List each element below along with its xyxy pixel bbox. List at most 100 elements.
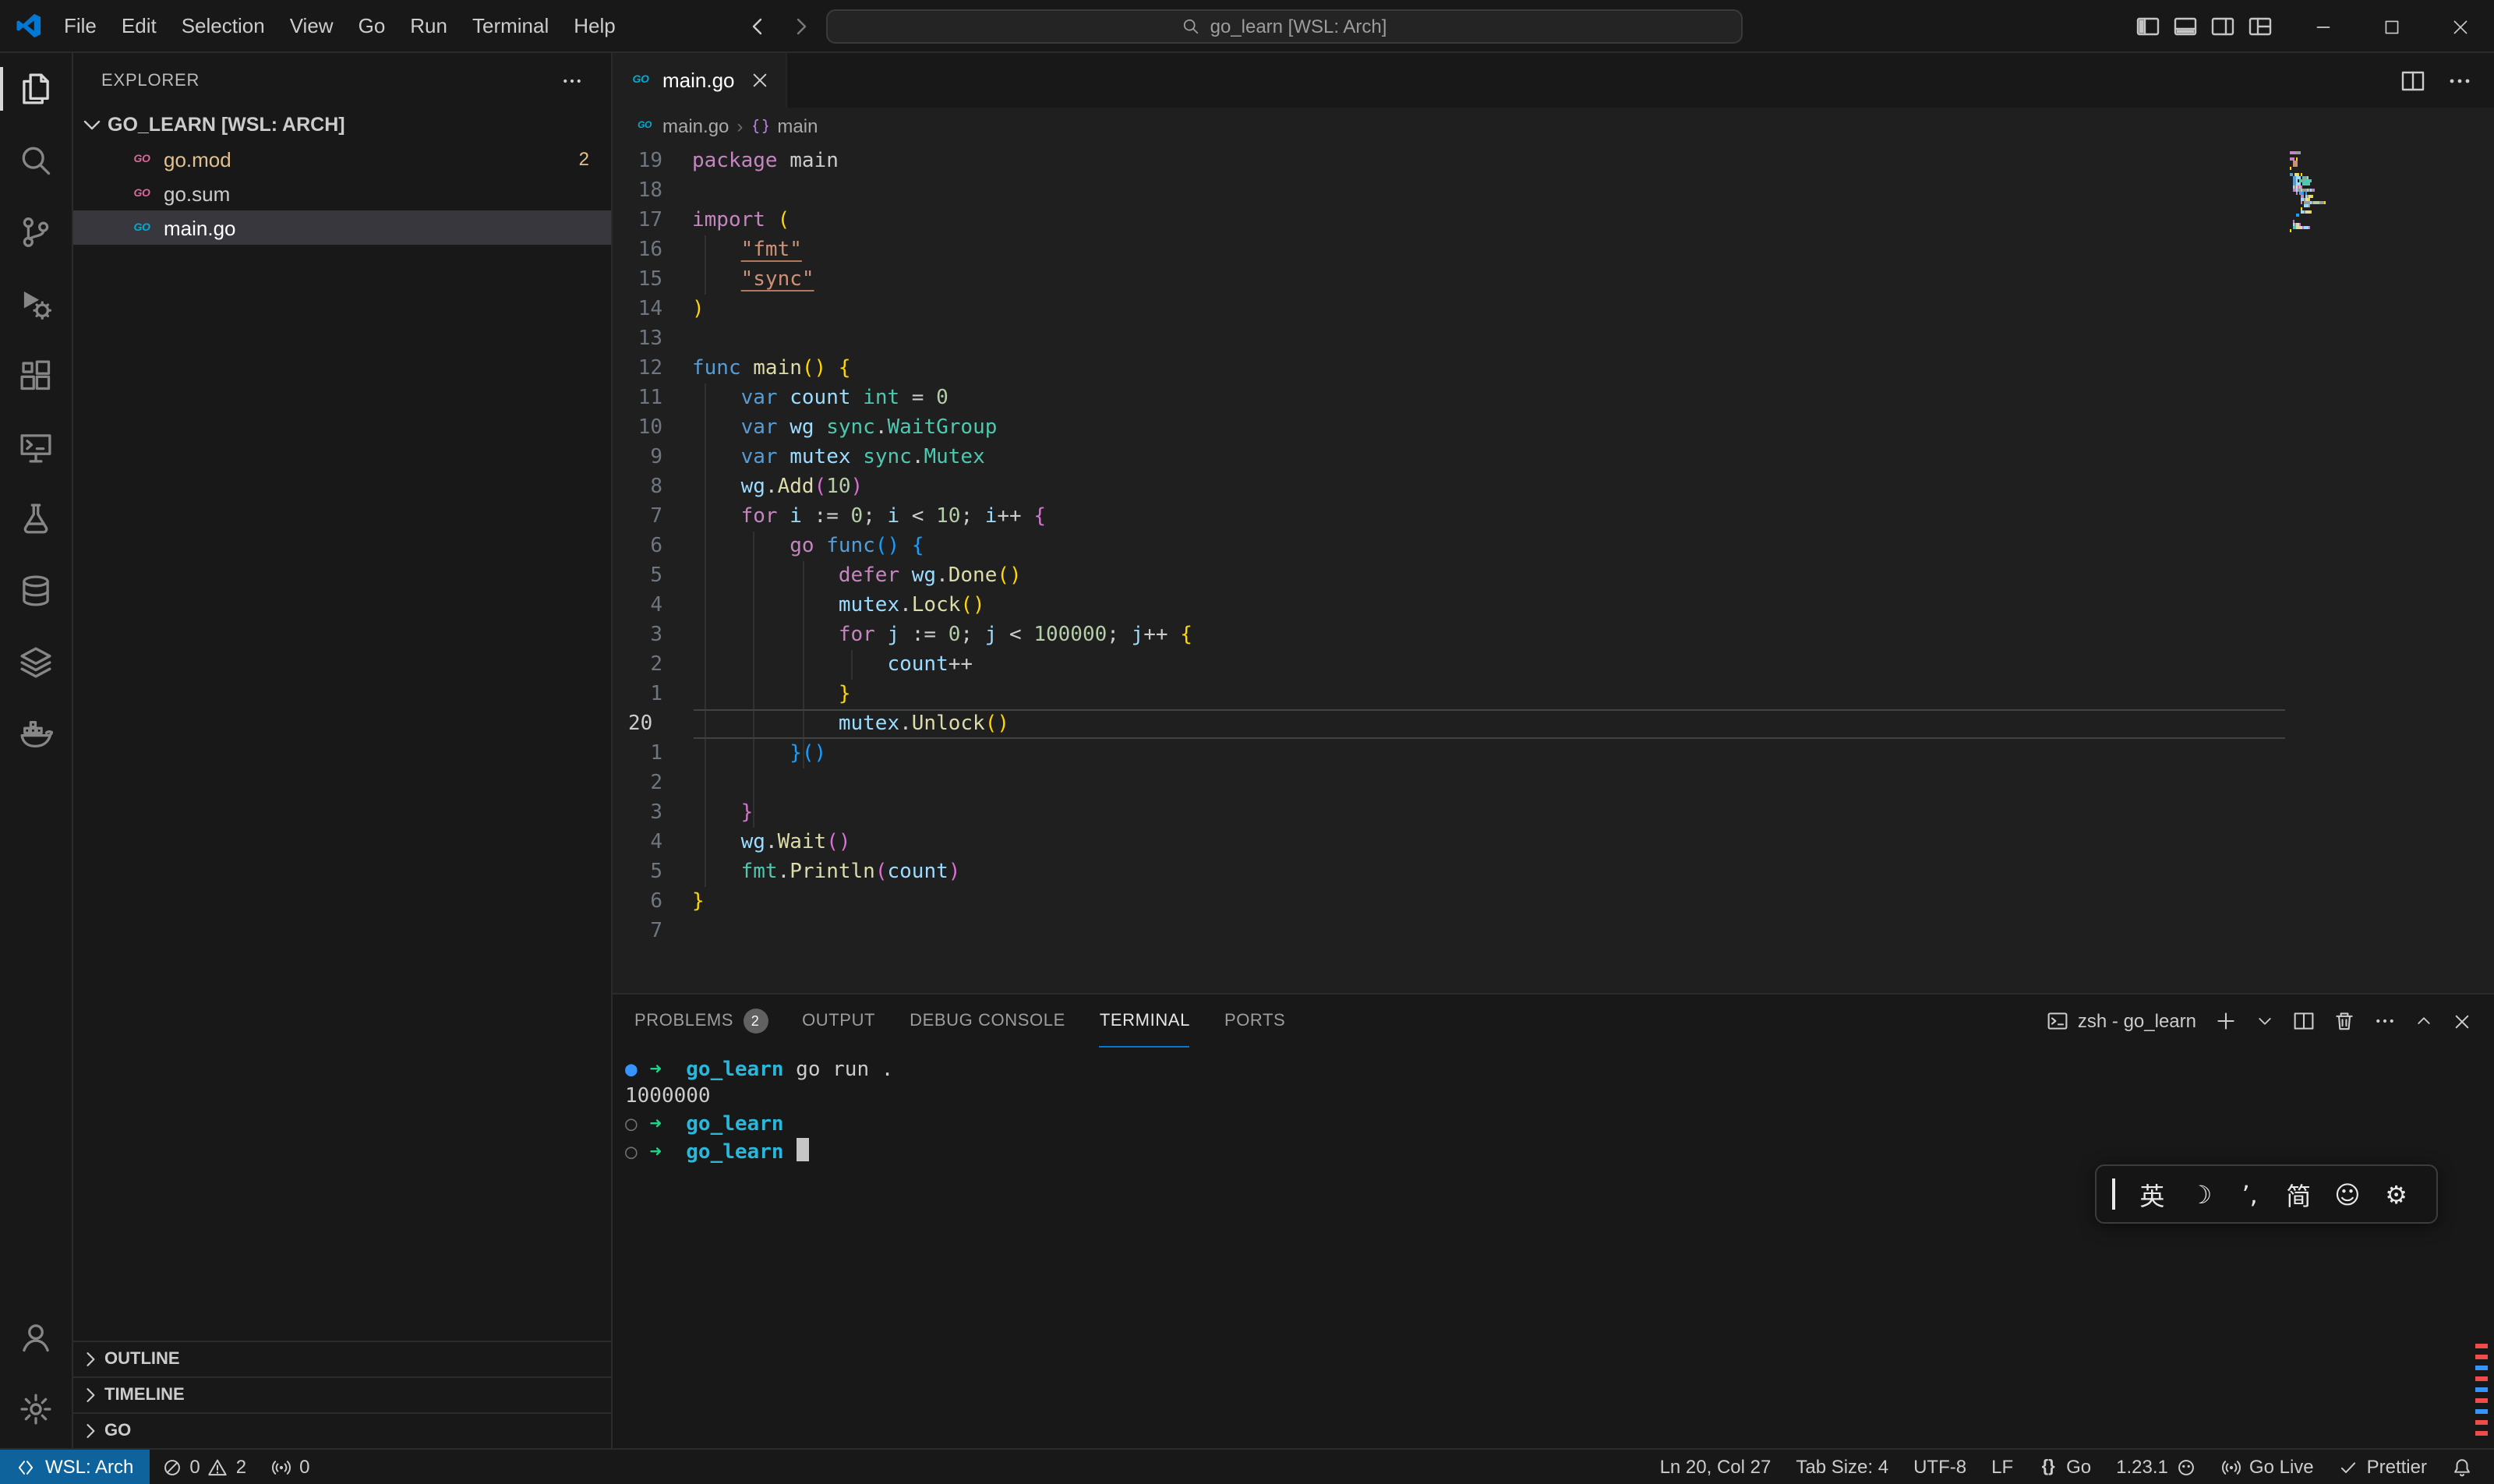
problems-status[interactable]: 0 2 — [149, 1450, 259, 1484]
code-viewport[interactable]: 19package main1817import (16 "fmt"15 "sy… — [613, 145, 2494, 993]
panel-tab-output[interactable]: OUTPUT — [802, 995, 875, 1048]
ime-settings[interactable]: ⚙ — [2372, 1179, 2421, 1209]
code-line[interactable]: 2 count++ — [613, 650, 2494, 680]
code-line[interactable]: 4 mutex.Lock() — [613, 591, 2494, 620]
section-outline[interactable]: OUTLINE — [73, 1341, 611, 1376]
code-line[interactable]: 2 — [613, 768, 2494, 798]
file-item-go.mod[interactable]: GOgo.mod2 — [73, 142, 611, 176]
menu-run[interactable]: Run — [397, 7, 460, 44]
activity-extensions[interactable] — [0, 340, 72, 412]
status-cursor-position[interactable]: Ln 20, Col 27 — [1648, 1450, 1784, 1484]
customize-layout-icon[interactable] — [2248, 14, 2273, 39]
code-line[interactable]: 3 } — [613, 798, 2494, 828]
status-indentation[interactable]: Tab Size: 4 — [1783, 1450, 1901, 1484]
code-line[interactable]: 19package main — [613, 147, 2494, 176]
code-line[interactable]: 11 var count int = 0 — [613, 383, 2494, 413]
explorer-more-actions-icon[interactable] — [561, 69, 583, 91]
minimap[interactable] — [2290, 151, 2372, 235]
file-item-main.go[interactable]: GOmain.go — [73, 210, 611, 245]
breadcrumb-file[interactable]: main.go — [662, 115, 729, 137]
minimize-button[interactable] — [2288, 0, 2357, 53]
code-line[interactable]: 6 go func() { — [613, 532, 2494, 561]
ime-punctuation-toggle[interactable]: ’, — [2225, 1179, 2274, 1209]
code-line[interactable]: 16 "fmt" — [613, 235, 2494, 265]
ime-fullwidth-toggle[interactable]: ☽ — [2177, 1179, 2226, 1209]
close-panel-icon[interactable] — [2452, 1011, 2472, 1031]
panel-tab-terminal[interactable]: TERMINAL — [1100, 995, 1190, 1048]
code-line[interactable]: 14) — [613, 295, 2494, 324]
code-line[interactable]: 7 for i := 0; i < 10; i++ { — [613, 502, 2494, 532]
split-editor-icon[interactable] — [2400, 68, 2425, 93]
section-timeline[interactable]: TIMELINE — [73, 1376, 611, 1412]
back-icon[interactable] — [745, 14, 770, 39]
code-line[interactable]: 3 for j := 0; j < 100000; j++ { — [613, 620, 2494, 650]
code-line[interactable]: 1 }() — [613, 739, 2494, 768]
tab-main-go[interactable]: GO main.go — [613, 53, 788, 108]
section-go[interactable]: GO — [73, 1412, 611, 1448]
tab-close-icon[interactable] — [751, 70, 771, 90]
close-window-button[interactable] — [2425, 0, 2494, 53]
status-go-live[interactable]: Go Live — [2209, 1450, 2326, 1484]
panel-tab-problems[interactable]: PROBLEMS2 — [634, 995, 768, 1048]
menu-view[interactable]: View — [277, 7, 346, 44]
code-line[interactable]: 10 var wg sync.WaitGroup — [613, 413, 2494, 443]
activity-testing[interactable] — [0, 483, 72, 555]
toggle-sidebar-icon[interactable] — [2135, 14, 2160, 39]
toggle-secondary-sidebar-icon[interactable] — [2210, 14, 2235, 39]
code-line[interactable]: 5 defer wg.Done() — [613, 561, 2494, 591]
activity-run-and-debug[interactable] — [0, 268, 72, 340]
code-line[interactable]: 13 — [613, 324, 2494, 354]
maximize-panel-icon[interactable] — [2415, 1012, 2433, 1030]
status-notifications[interactable] — [2439, 1450, 2485, 1484]
activity-layers[interactable] — [0, 627, 72, 698]
terminal-profile-dropdown-icon[interactable] — [2256, 1012, 2274, 1030]
panel-tab-debug-console[interactable]: DEBUG CONSOLE — [910, 995, 1065, 1048]
code-line[interactable]: 6} — [613, 887, 2494, 917]
ime-charset-toggle[interactable]: 简 — [2274, 1175, 2323, 1213]
editor-more-actions-icon[interactable] — [2447, 68, 2472, 93]
menu-go[interactable]: Go — [346, 7, 398, 44]
command-center[interactable]: go_learn [WSL: Arch] — [826, 9, 1743, 44]
panel-more-actions-icon[interactable] — [2374, 1010, 2396, 1032]
file-item-go.sum[interactable]: GOgo.sum — [73, 176, 611, 210]
activity-database[interactable] — [0, 555, 72, 627]
code-line[interactable]: 17import ( — [613, 206, 2494, 235]
terminal-output[interactable]: ● ➜ go_learn go run .1000000○ ➜ go_learn… — [613, 1048, 2494, 1448]
status-prettier[interactable]: Prettier — [2326, 1450, 2439, 1484]
ime-emoji[interactable]: ☺ — [2323, 1179, 2372, 1209]
code-line[interactable]: 9 var mutex sync.Mutex — [613, 443, 2494, 472]
activity-explorer[interactable] — [0, 53, 72, 125]
new-terminal-icon[interactable] — [2215, 1010, 2237, 1032]
code-line[interactable]: 8 wg.Add(10) — [613, 472, 2494, 502]
toggle-panel-icon[interactable] — [2173, 14, 2198, 39]
terminal-instance[interactable]: zsh - go_learn — [2047, 1010, 2196, 1032]
kill-terminal-icon[interactable] — [2333, 1010, 2355, 1032]
activity-source-control[interactable] — [0, 196, 72, 268]
status-encoding[interactable]: UTF-8 — [1901, 1450, 1979, 1484]
panel-tab-ports[interactable]: PORTS — [1224, 995, 1285, 1048]
ports-status[interactable]: 0 — [259, 1450, 322, 1484]
code-line[interactable]: 12func main() { — [613, 354, 2494, 383]
activity-accounts[interactable] — [0, 1302, 72, 1373]
maximize-button[interactable] — [2357, 0, 2425, 53]
code-line[interactable]: 5 fmt.Println(count) — [613, 857, 2494, 887]
forward-icon[interactable] — [789, 14, 814, 39]
status-language-mode[interactable]: {}Go — [2026, 1450, 2104, 1484]
code-line[interactable]: 4 wg.Wait() — [613, 828, 2494, 857]
activity-docker[interactable] — [0, 698, 72, 770]
menu-edit[interactable]: Edit — [109, 7, 169, 44]
code-line[interactable]: 7 — [613, 917, 2494, 946]
menu-help[interactable]: Help — [561, 7, 628, 44]
breadcrumb-symbol[interactable]: main — [777, 115, 818, 137]
status-go-version[interactable]: 1.23.1 — [2104, 1450, 2209, 1484]
menu-file[interactable]: File — [51, 7, 109, 44]
ime-language-mode[interactable]: 英 — [2128, 1175, 2177, 1213]
explorer-root-folder[interactable]: GO_LEARN [WSL: ARCH] — [73, 108, 611, 142]
remote-indicator[interactable]: WSL: Arch — [0, 1450, 149, 1484]
code-line[interactable]: 15 "sync" — [613, 265, 2494, 295]
code-line[interactable]: 18 — [613, 176, 2494, 206]
activity-search[interactable] — [0, 125, 72, 196]
menu-terminal[interactable]: Terminal — [460, 7, 561, 44]
activity-manage[interactable] — [0, 1373, 72, 1445]
activity-remote-explorer[interactable] — [0, 412, 72, 483]
